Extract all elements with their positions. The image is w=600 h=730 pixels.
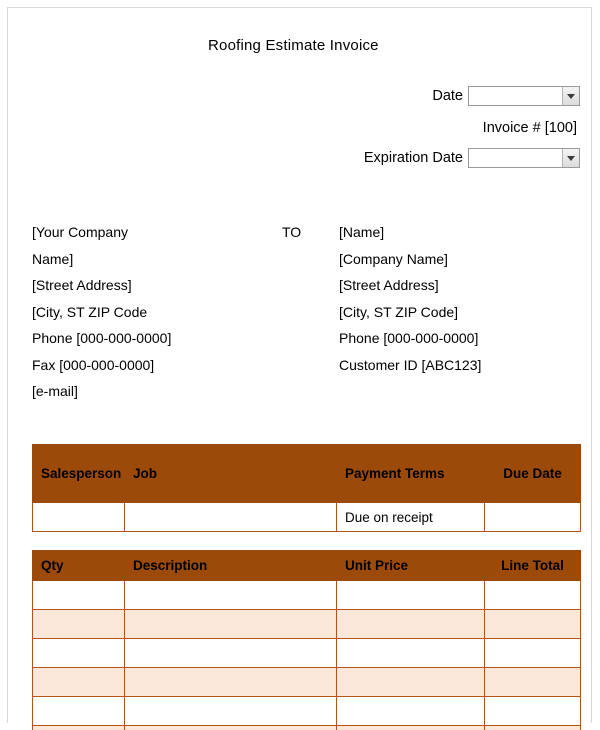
column-header-salesperson: Salesperson (32, 444, 125, 503)
sender-address-block: [Your Company Name] [Street Address] [City… (32, 219, 172, 405)
table-row[interactable] (32, 696, 581, 726)
table-cell[interactable] (32, 502, 125, 532)
column-header-unit-price: Unit Price (336, 550, 485, 581)
invoice-page: Roofing Estimate Invoice Date Invoice # … (0, 0, 600, 730)
sender-address-line: [City, ST ZIP Code (32, 303, 148, 320)
table-cell[interactable] (124, 638, 337, 668)
column-header-qty: Qty (32, 550, 125, 581)
table-cell[interactable] (484, 580, 581, 610)
column-header-description: Description (124, 550, 337, 581)
table-cell[interactable] (336, 667, 485, 697)
to-label: TO (282, 224, 302, 240)
table-cell[interactable] (32, 638, 125, 668)
page-title: Roofing Estimate Invoice (208, 37, 379, 54)
recipient-address-line: [Name] (339, 224, 385, 240)
table-cell[interactable] (484, 502, 581, 532)
table-cell[interactable] (484, 667, 581, 697)
table-cell[interactable] (124, 609, 337, 639)
invoice-number: Invoice # [100] (482, 120, 577, 136)
table-row[interactable]: Due on receipt (32, 502, 581, 532)
table-cell[interactable] (32, 696, 125, 726)
column-header-line-total: Line Total (484, 550, 581, 581)
date-row: Date (0, 86, 580, 106)
expiration-date-input[interactable] (468, 148, 580, 168)
chevron-down-icon (567, 155, 575, 161)
table-cell[interactable] (336, 725, 485, 730)
table-header-row: Salesperson Job Payment Terms Due Date (32, 444, 581, 503)
date-label: Date (432, 88, 463, 104)
table-cell[interactable] (336, 638, 485, 668)
table-cell[interactable] (32, 609, 125, 639)
column-header-job: Job (124, 444, 337, 503)
chevron-down-icon (567, 93, 575, 99)
expiration-date-label: Expiration Date (363, 150, 463, 166)
sender-address-line: Fax [000-000-0000] (32, 356, 155, 373)
table-row[interactable] (32, 609, 581, 639)
table-cell[interactable] (32, 580, 125, 610)
table-cell[interactable] (484, 638, 581, 668)
table-row[interactable] (32, 667, 581, 697)
line-items-table: Qty Description Unit Price Line Total (32, 550, 581, 730)
expiration-date-row: Expiration Date (0, 148, 580, 168)
table-cell[interactable] (484, 696, 581, 726)
date-dropdown-button[interactable] (562, 87, 579, 105)
expiration-date-dropdown-button[interactable] (562, 149, 579, 167)
recipient-address-block: [Name] [Company Name] [Street Address] [Cit… (339, 219, 569, 378)
column-header-due-date: Due Date (484, 444, 581, 503)
job-details-body: Due on receipt (32, 502, 581, 532)
table-cell[interactable] (336, 609, 485, 639)
line-items-body (32, 580, 581, 730)
table-row[interactable] (32, 725, 581, 730)
table-cell[interactable] (124, 725, 337, 730)
recipient-address-line: Phone [000-000-0000] (339, 330, 479, 346)
table-cell[interactable] (124, 580, 337, 610)
recipient-address-line: [City, ST ZIP Code] (339, 303, 459, 320)
table-cell[interactable] (124, 696, 337, 726)
table-row[interactable] (32, 580, 581, 610)
date-input[interactable] (468, 86, 580, 106)
sender-address-line: [Street Address] (32, 277, 132, 293)
recipient-address-line: [Company Name] (339, 250, 448, 267)
sender-address-line: [Your Company Name] (32, 224, 128, 267)
table-cell[interactable] (124, 667, 337, 697)
table-cell[interactable] (484, 609, 581, 639)
table-cell[interactable] (336, 696, 485, 726)
sender-address-line: [e-mail] (32, 383, 78, 399)
table-cell[interactable]: Due on receipt (336, 502, 485, 532)
table-row[interactable] (32, 638, 581, 668)
job-details-table: Salesperson Job Payment Terms Due Date D… (32, 444, 581, 532)
recipient-address-line: Customer ID [ABC123] (339, 356, 482, 373)
table-cell[interactable] (32, 725, 125, 730)
sender-address-line: Phone [000-000-0000] (32, 330, 172, 346)
table-cell[interactable] (484, 725, 581, 730)
recipient-address-line: [Street Address] (339, 277, 439, 293)
table-header-row: Qty Description Unit Price Line Total (32, 550, 581, 581)
table-cell[interactable] (336, 580, 485, 610)
table-cell[interactable] (124, 502, 337, 532)
table-cell[interactable] (32, 667, 125, 697)
column-header-payment-terms: Payment Terms (336, 444, 485, 503)
